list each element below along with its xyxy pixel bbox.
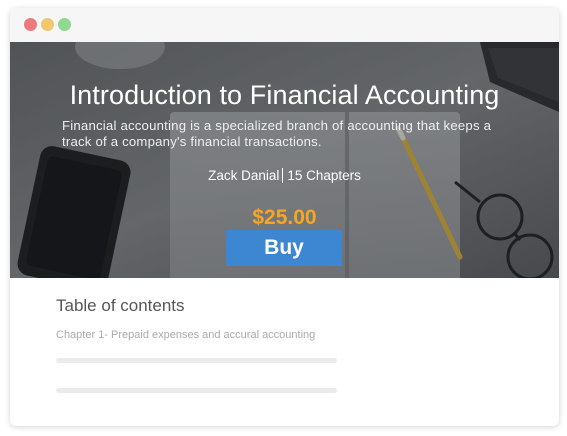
toc-placeholder-line: [56, 388, 337, 393]
window-minimize-dot[interactable]: [41, 18, 54, 31]
toc-chapter-item[interactable]: Chapter 1- Prepaid expenses and accural …: [56, 329, 315, 341]
course-description: Financial accounting is a specialized br…: [62, 118, 492, 149]
toc-placeholder-line: [56, 358, 337, 363]
course-title: Introduction to Financial Accounting: [69, 80, 500, 110]
course-price: $25.00: [252, 206, 317, 229]
window-titlebar: [10, 8, 559, 42]
course-chapter-count: 15 Chapters: [287, 168, 361, 183]
window-maximize-dot[interactable]: [58, 18, 71, 31]
hero-content: Introduction to Financial Accounting Fin…: [10, 42, 559, 278]
buy-button[interactable]: Buy: [226, 230, 342, 266]
course-hero: Introduction to Financial Accounting Fin…: [10, 42, 559, 278]
toc-heading: Table of contents: [56, 296, 185, 315]
meta-divider: [282, 168, 284, 183]
course-author[interactable]: Zack Danial: [208, 168, 279, 183]
course-meta: Zack Danial 15 Chapters: [10, 168, 559, 183]
window-close-dot[interactable]: [24, 18, 37, 31]
browser-window: Introduction to Financial Accounting Fin…: [10, 8, 559, 426]
